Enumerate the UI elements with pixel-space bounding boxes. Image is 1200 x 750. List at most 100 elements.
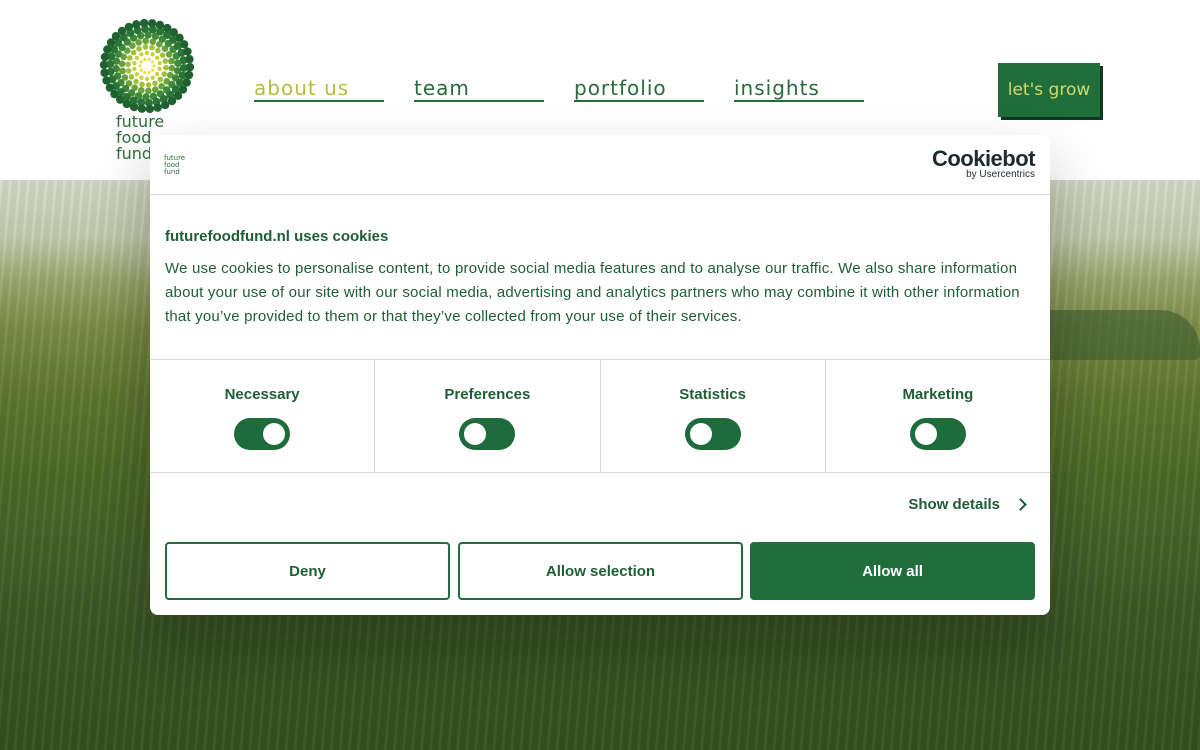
logo-dot: [129, 102, 139, 112]
toggle-knob: [263, 423, 286, 445]
chevron-right-icon: [1014, 498, 1027, 511]
category-label: Necessary: [224, 386, 300, 403]
logo-dot: [143, 57, 147, 61]
logo-dot: [132, 66, 137, 72]
logo-dot: [147, 19, 157, 28]
logo-dot: [155, 71, 160, 77]
cookie-consent-dialog: future food fund Cookiebot by Usercentri…: [150, 135, 1050, 615]
toggle-knob: [914, 423, 937, 445]
logo-dot: [100, 52, 110, 62]
logo-dot: [119, 67, 126, 75]
logo-dot: [125, 61, 131, 68]
dialog-header: future food fund Cookiebot by Usercentri…: [150, 135, 1050, 195]
logo-dot: [139, 52, 144, 57]
logo-dot: [100, 68, 109, 77]
logo-dot: [143, 71, 147, 75]
nav-team[interactable]: team: [414, 76, 544, 102]
category-marketing: Marketing: [826, 360, 1050, 472]
logo-dot: [163, 64, 169, 71]
category-label: Statistics: [679, 386, 746, 403]
logo-dot: [136, 45, 142, 52]
logo-dot: [151, 60, 155, 64]
cookiebot-brand-sub: by Usercentrics: [966, 169, 1035, 180]
logo-dot: [139, 68, 143, 72]
logo-dot: [130, 49, 137, 56]
logo-dot: [139, 81, 145, 88]
logo-dot: [150, 52, 155, 57]
logo-dot: [152, 80, 158, 87]
logo-dot: [179, 40, 189, 49]
dialog-site-logo: future food fund: [164, 155, 194, 176]
logo-dot: [102, 76, 111, 85]
logo-dot: [125, 68, 132, 74]
statistics-toggle[interactable]: [684, 418, 741, 450]
logo-dot: [161, 71, 167, 77]
logo-dot: [155, 20, 165, 30]
logo-sunburst-icon: [99, 18, 195, 114]
dialog-logo-line-3: fund: [164, 168, 180, 176]
preferences-toggle[interactable]: [459, 418, 516, 450]
logo-dot: [149, 44, 155, 51]
allow-all-button[interactable]: Allow all: [750, 542, 1035, 600]
logo-dot: [132, 60, 137, 66]
logo-dot: [152, 64, 156, 68]
logo-dot: [157, 66, 162, 72]
category-label: Marketing: [902, 386, 974, 403]
logo-dot: [185, 55, 194, 64]
logo-dot: [159, 52, 166, 58]
logo-dot: [105, 83, 115, 92]
dialog-body-text: We use cookies to personalise content, t…: [165, 260, 1020, 325]
category-statistics: Statistics: [601, 360, 826, 472]
logo-dot: [168, 57, 175, 65]
logo-dot: [147, 57, 151, 61]
logo-dot: [185, 62, 195, 72]
logo-dot: [147, 71, 151, 75]
lets-grow-button[interactable]: let's grow: [998, 63, 1100, 117]
logo-dot: [157, 76, 164, 83]
toggle-knob: [689, 423, 712, 445]
logo-dot: [153, 103, 162, 112]
logo-dot: [145, 87, 152, 95]
category-necessary: Necessary: [150, 360, 376, 472]
cookiebot-logo[interactable]: Cookiebot by Usercentrics: [931, 146, 1036, 180]
logo-dot: [184, 70, 194, 80]
logo-dot: [150, 75, 155, 80]
necessary-toggle[interactable]: [234, 418, 291, 450]
cookiebot-brand-name: Cookiebot: [931, 146, 1036, 171]
category-preferences: Preferences: [375, 360, 601, 472]
logo-dot: [183, 47, 192, 56]
logo-dot: [160, 100, 170, 110]
logo-dot: [162, 58, 169, 64]
logo-dot: [154, 55, 160, 61]
logo-dot: [157, 60, 162, 66]
logo-dot: [128, 74, 135, 80]
logo-dot: [151, 68, 155, 72]
logo-dot: [139, 60, 143, 64]
logo-dot: [124, 22, 134, 32]
logo-dot: [134, 55, 139, 61]
logo-dot: [142, 44, 149, 50]
logo-dot: [133, 78, 139, 85]
category-label: Preferences: [444, 386, 531, 403]
show-details-link[interactable]: Show details: [908, 496, 1027, 513]
toggle-knob: [464, 423, 487, 445]
marketing-toggle[interactable]: [909, 418, 966, 450]
logo-dot: [142, 37, 149, 45]
nav-insights[interactable]: insights: [734, 76, 864, 102]
logo-dot: [134, 71, 140, 77]
logo-dot: [139, 75, 144, 80]
logo-dot: [144, 50, 150, 56]
logo-dot: [145, 82, 152, 88]
nav-portfolio[interactable]: portfolio: [574, 76, 704, 102]
allow-selection-button[interactable]: Allow selection: [458, 542, 743, 600]
logo-dot: [139, 18, 149, 28]
logo-dot: [144, 76, 150, 82]
logo-dot: [127, 55, 133, 61]
logo-dot: [99, 60, 109, 70]
deny-button[interactable]: Deny: [165, 542, 450, 600]
consent-categories: Necessary Preferences Statistics Marketi…: [150, 359, 1050, 473]
show-details-label: Show details: [908, 496, 1000, 513]
nav-about-us[interactable]: about us: [254, 76, 384, 102]
logo-dot: [155, 47, 161, 54]
dialog-title: futurefoodfund.nl uses cookies: [165, 228, 389, 245]
